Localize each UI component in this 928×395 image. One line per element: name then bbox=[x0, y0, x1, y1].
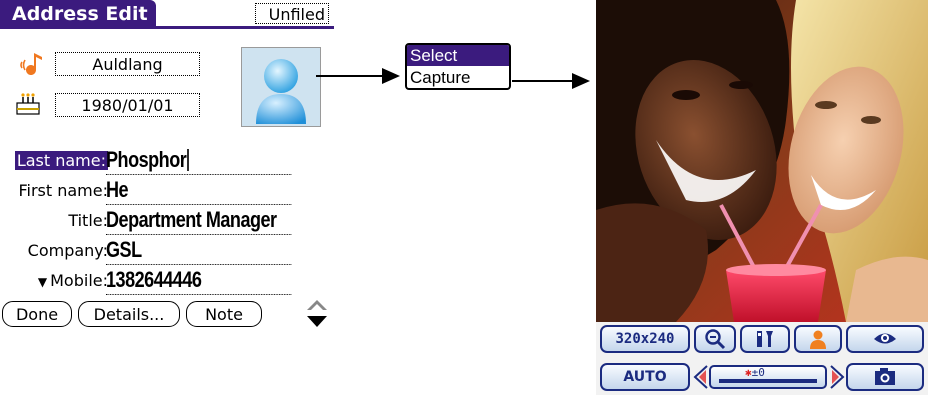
last-name-value: Phosphor bbox=[106, 147, 187, 172]
title-input[interactable]: Department Manager bbox=[106, 205, 292, 235]
note-button[interactable]: Note bbox=[186, 301, 262, 327]
resolution-button[interactable]: 320x240 bbox=[600, 325, 690, 353]
birthday-cake-icon bbox=[16, 93, 40, 115]
field-row-title[interactable]: Title: Department Manager bbox=[0, 205, 334, 235]
arrow-to-camera bbox=[512, 73, 590, 89]
arrow-to-menu bbox=[316, 68, 400, 84]
last-name-input[interactable]: Phosphor bbox=[106, 145, 292, 175]
dropdown-triangle-icon: ▼ bbox=[37, 275, 48, 289]
birthday-field[interactable]: 1980/01/01 bbox=[55, 93, 200, 117]
mobile-label[interactable]: ▼ Mobile: bbox=[38, 271, 108, 290]
exposure-value: ±0 bbox=[751, 366, 765, 379]
details-button[interactable]: Details... bbox=[78, 301, 180, 327]
camera-toolbar: 320x240 AUTO ✱±0 bbox=[596, 322, 928, 395]
last-name-label: Last name: bbox=[14, 151, 108, 170]
camera-preview-image bbox=[596, 0, 928, 322]
menu-item-select[interactable]: Select bbox=[407, 45, 509, 66]
scroll-arrows-icon[interactable] bbox=[304, 298, 330, 330]
field-row-mobile[interactable]: ▼ Mobile: 1382644446 bbox=[0, 265, 334, 295]
done-button[interactable]: Done bbox=[2, 301, 72, 327]
tools-icon bbox=[757, 331, 773, 347]
field-row-first-name[interactable]: First name: He bbox=[0, 175, 334, 205]
zoom-button[interactable] bbox=[694, 325, 736, 353]
field-row-last-name[interactable]: Last name: Phosphor bbox=[0, 145, 334, 175]
mobile-input[interactable]: 1382644446 bbox=[106, 265, 292, 295]
music-note-icon bbox=[20, 53, 42, 75]
first-name-label: First name: bbox=[18, 181, 108, 200]
magnifier-icon bbox=[705, 329, 726, 350]
exposure-decrease-icon[interactable] bbox=[693, 364, 709, 390]
first-name-input[interactable]: He bbox=[106, 175, 292, 205]
auto-mode-button[interactable]: AUTO bbox=[600, 363, 690, 391]
title-underline bbox=[0, 26, 334, 29]
portrait-button[interactable] bbox=[794, 325, 842, 353]
exposure-readout: ✱±0 bbox=[745, 366, 765, 379]
contact-photo[interactable] bbox=[241, 47, 321, 127]
company-input[interactable]: GSL bbox=[106, 235, 292, 265]
exposure-increase-icon[interactable] bbox=[829, 364, 845, 390]
mobile-label-text: Mobile: bbox=[50, 271, 108, 290]
text-cursor bbox=[187, 149, 189, 171]
category-trigger[interactable]: Unfiled bbox=[255, 3, 329, 24]
capture-button[interactable] bbox=[846, 363, 924, 391]
person-icon bbox=[810, 330, 826, 349]
field-row-company[interactable]: Company: GSL bbox=[0, 235, 334, 265]
camera-icon bbox=[875, 368, 895, 385]
person-placeholder-icon bbox=[242, 48, 320, 126]
settings-button[interactable] bbox=[740, 325, 790, 353]
title-label: Title: bbox=[68, 211, 108, 230]
photo-popup-menu: Select Capture bbox=[405, 43, 511, 90]
exposure-slider[interactable]: ✱±0 bbox=[709, 365, 827, 389]
form-title: Address Edit bbox=[0, 0, 156, 28]
address-edit-screen: Address Edit Unfiled Auldlang 1980/01/01 bbox=[0, 0, 334, 330]
camera-screen: 320x240 AUTO ✱±0 bbox=[596, 0, 928, 395]
eye-icon bbox=[874, 333, 896, 344]
preview-button[interactable] bbox=[846, 325, 924, 353]
menu-item-capture[interactable]: Capture bbox=[407, 67, 509, 88]
company-label: Company: bbox=[27, 241, 108, 260]
exposure-track bbox=[719, 379, 817, 383]
ringtone-selector[interactable]: Auldlang bbox=[55, 52, 200, 76]
